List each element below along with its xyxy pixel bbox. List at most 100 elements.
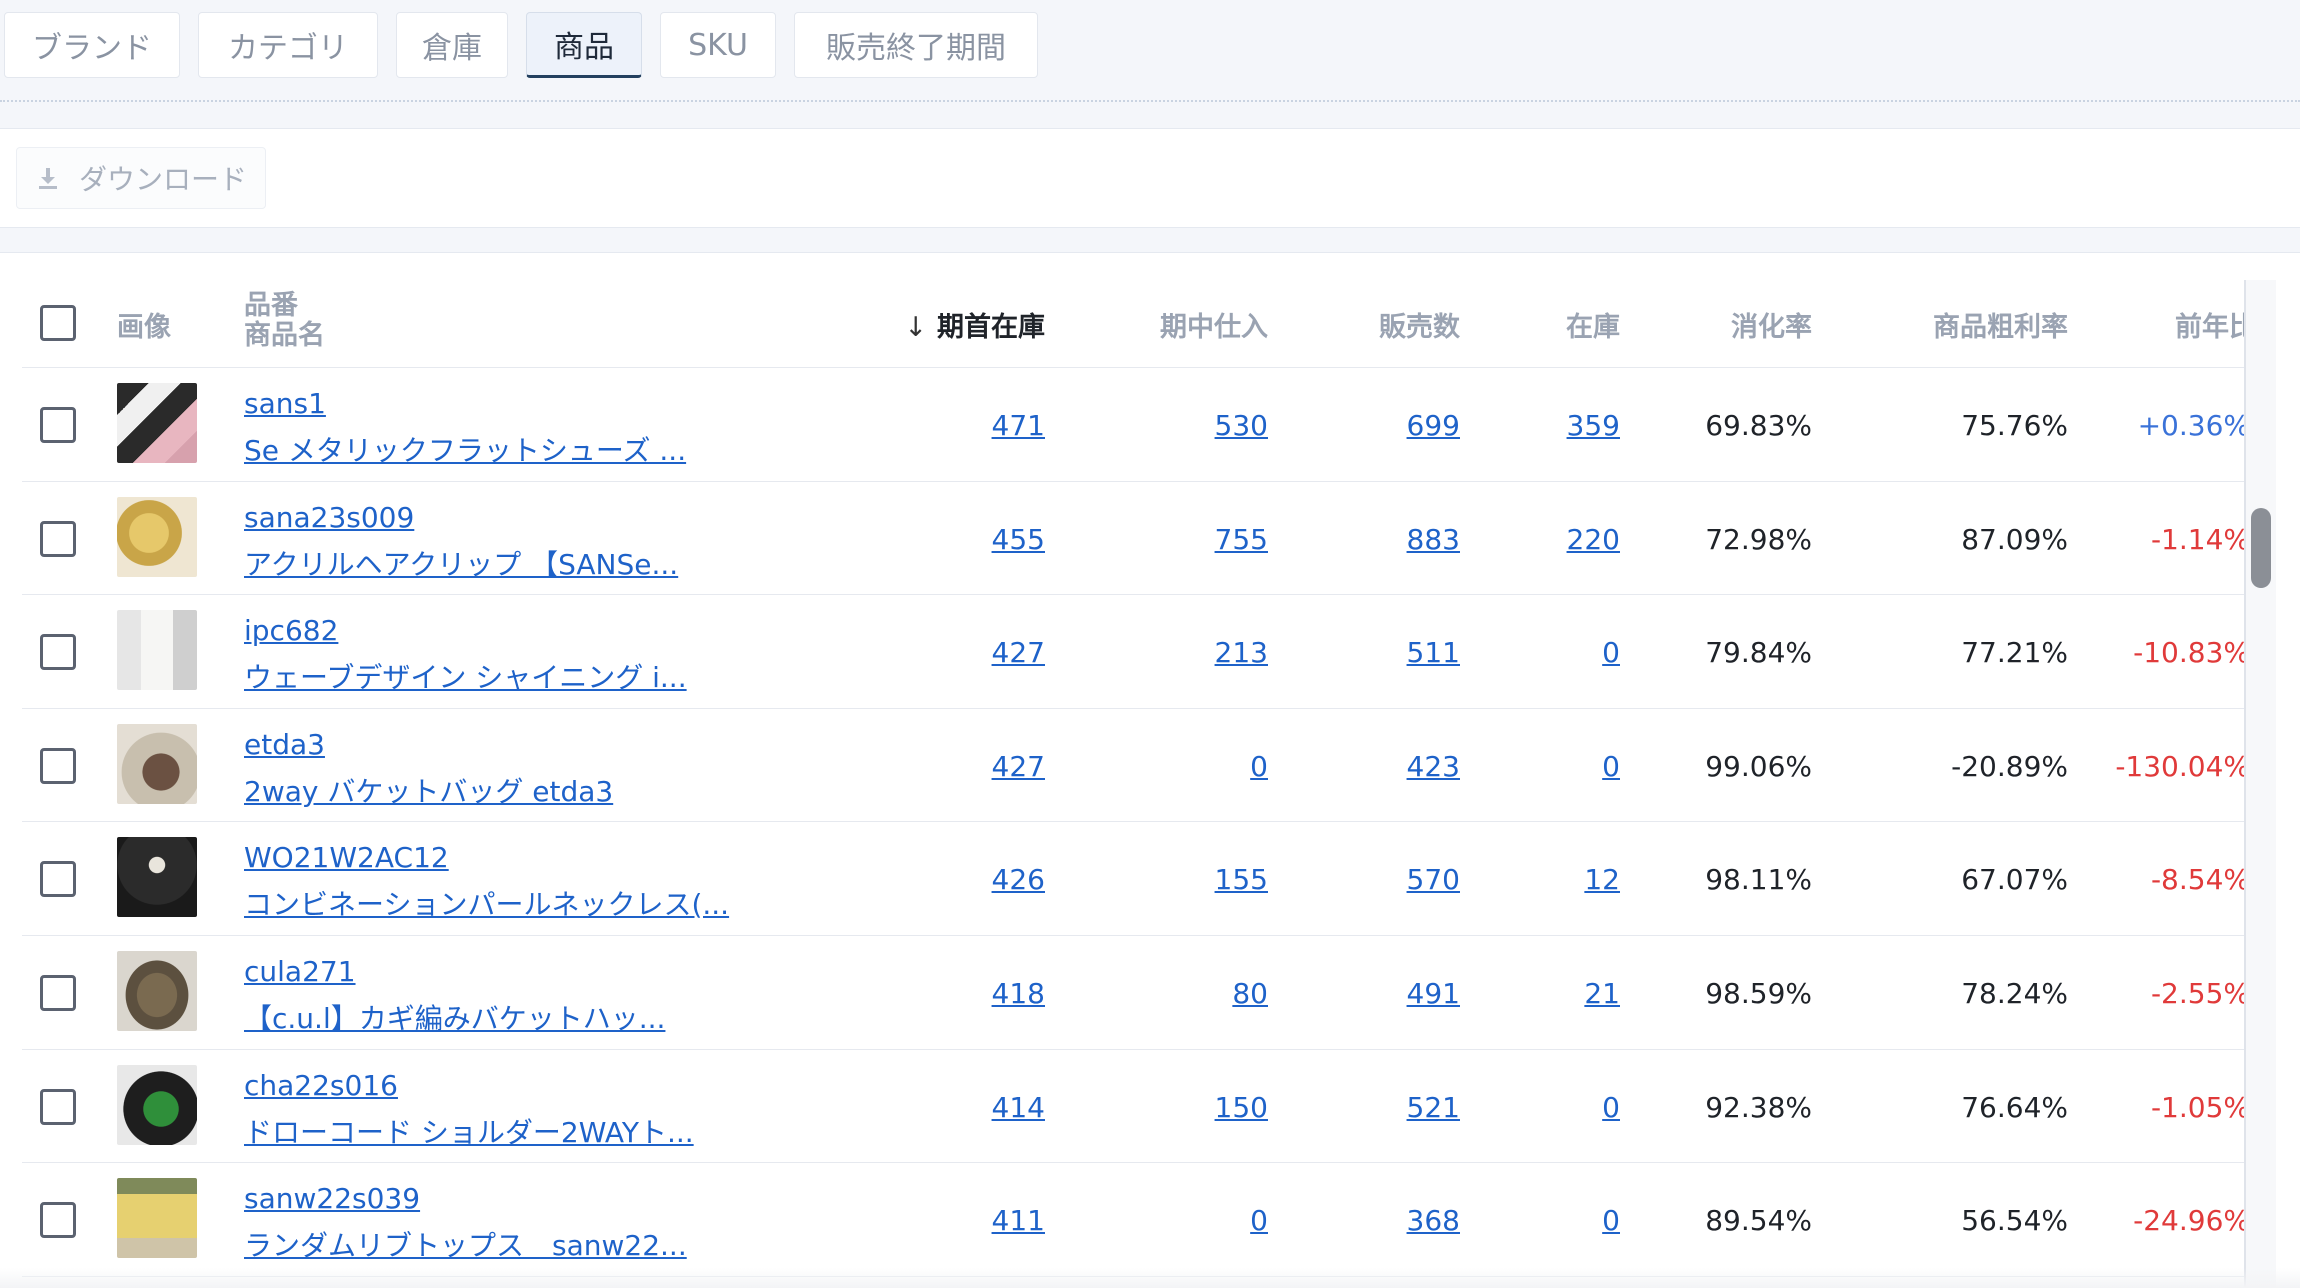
header-purchases[interactable]: 期中仕入 [1160,305,1268,344]
product-code-link[interactable]: sans1 [244,387,326,420]
product-thumbnail[interactable] [117,723,197,804]
opening-stock-link[interactable]: 455 [992,523,1045,556]
opening-stock-link[interactable]: 411 [992,1204,1045,1237]
product-code-link[interactable]: ipc682 [244,614,338,647]
opening-stock-link[interactable]: 427 [992,636,1045,669]
row-checkbox[interactable] [40,407,76,443]
header-sell-through[interactable]: 消化率 [1731,305,1812,344]
product-name-link[interactable]: アクリルヘアクリップ 【SANSe... [244,543,678,583]
purchases-link[interactable]: 530 [1215,409,1268,442]
row-checkbox[interactable] [40,975,76,1011]
sales-link[interactable]: 699 [1407,409,1460,442]
row-checkbox[interactable] [40,747,76,784]
header-sales[interactable]: 販売数 [1379,305,1460,344]
product-name-link[interactable]: コンビネーションパールネックレス(... [244,883,729,923]
sales-link[interactable]: 570 [1407,863,1460,896]
sales-link[interactable]: 883 [1407,523,1460,556]
purchases-link[interactable]: 755 [1215,523,1268,556]
tab-discontinued-period[interactable]: 販売終了期間 [794,12,1038,78]
yoy-cell: -1.05% [2000,1091,2254,1124]
row-checkbox[interactable] [40,861,76,898]
yoy-cell: -1.14% [2000,523,2254,556]
row-checkbox[interactable] [40,520,76,557]
table-row: sana23s009 アクリルヘアクリップ 【SANSe... 455 755 … [0,481,2300,595]
yoy-value: -8.54% [2150,863,2250,897]
stock-link[interactable]: 359 [1567,409,1620,442]
yoy-cell: +0.36% [2000,409,2254,442]
sales-link[interactable]: 368 [1407,1204,1460,1237]
product-code-link[interactable]: cha22s016 [244,1069,398,1102]
sales-link[interactable]: 423 [1407,750,1460,783]
yoy-cell: -2.55% [2000,977,2254,1010]
header-image: 画像 [117,312,171,343]
header-code-name[interactable]: 品番 商品名 [244,291,325,351]
purchases-link[interactable]: 155 [1215,863,1268,896]
product-name-link[interactable]: ランダムリブトップス sanw22... [244,1224,687,1264]
tab-sku[interactable]: SKU [660,12,776,78]
bottom-fade [0,1268,2300,1288]
purchases-link[interactable]: 80 [1232,977,1268,1010]
product-thumbnail[interactable] [117,496,197,577]
row-checkbox[interactable] [40,634,76,671]
product-code-link[interactable]: cula271 [244,955,356,988]
product-code-link[interactable]: WO21W2AC12 [244,841,449,874]
product-name-link[interactable]: Se メタリックフラットシューズ ... [244,429,686,469]
opening-stock-link[interactable]: 418 [992,977,1045,1010]
sales-link[interactable]: 521 [1407,1091,1460,1124]
yoy-cell: -10.83% [2000,636,2254,669]
product-name-link[interactable]: 2way バケットバッグ etda3 [244,770,613,810]
opening-stock-link[interactable]: 427 [992,750,1045,783]
row-checkbox[interactable] [40,1088,76,1125]
row-checkbox[interactable] [40,1202,76,1239]
scrollbar-thumb[interactable] [2251,508,2271,588]
stock-link[interactable]: 0 [1602,636,1620,669]
yoy-value: -24.96% [2133,1204,2250,1238]
stock-link[interactable]: 0 [1602,1091,1620,1124]
opening-stock-link[interactable]: 414 [992,1091,1045,1124]
product-name-link[interactable]: 【c.u.l】カギ編みバケットハッ... [244,997,665,1037]
product-code-link[interactable]: sanw22s039 [244,1182,420,1215]
sales-link[interactable]: 491 [1407,977,1460,1010]
opening-stock-link[interactable]: 426 [992,863,1045,896]
opening-stock-link[interactable]: 471 [992,409,1045,442]
stock-link[interactable]: 0 [1602,1204,1620,1237]
product-thumbnail[interactable] [117,951,197,1031]
purchases-link[interactable]: 213 [1215,636,1268,669]
yoy-cell: -8.54% [2000,863,2254,896]
stock-link[interactable]: 220 [1567,523,1620,556]
table-row: sans1 Se メタリックフラットシューズ ... 471 530 699 3… [0,367,2300,481]
yoy-value: +0.36% [2137,409,2250,442]
product-code-link[interactable]: sana23s009 [244,501,414,534]
product-thumbnail[interactable] [117,383,197,463]
header-yoy[interactable]: 前年比 [2175,305,2255,344]
select-all-checkbox[interactable] [40,305,76,341]
header-opening-stock-label: 期首在庫 [937,312,1045,343]
product-thumbnail[interactable] [117,837,197,918]
stock-link[interactable]: 12 [1584,863,1620,896]
tab-brand[interactable]: ブランド [4,12,180,78]
sell-through-value: 98.11% [1705,863,1812,897]
product-name-link[interactable]: ドローコード ショルダー2WAYト... [244,1111,694,1151]
sales-link[interactable]: 511 [1407,636,1460,669]
table-row: cula271 【c.u.l】カギ編みバケットハッ... 418 80 491 … [0,935,2300,1049]
product-thumbnail[interactable] [117,1178,197,1259]
download-button[interactable]: ダウンロード [16,147,267,209]
purchases-link[interactable]: 0 [1250,1204,1268,1237]
stock-link[interactable]: 21 [1584,977,1620,1010]
header-opening-stock[interactable]: ↓ 期首在庫 [904,305,1045,344]
header-gross-margin[interactable]: 商品粗利率 [1933,305,2068,344]
product-thumbnail[interactable] [117,610,197,691]
product-name-link[interactable]: ウェーブデザイン シャイニング i... [244,656,687,696]
header-stock[interactable]: 在庫 [1566,305,1620,344]
sell-through-value: 79.84% [1705,636,1812,670]
tab-product[interactable]: 商品 [526,12,642,78]
product-code-link[interactable]: etda3 [244,728,325,761]
purchases-link[interactable]: 0 [1250,750,1268,783]
product-thumbnail[interactable] [117,1064,197,1145]
yoy-value: -10.83% [2133,636,2250,670]
purchases-link[interactable]: 150 [1215,1091,1268,1124]
product-table: 画像 品番 商品名 ↓ 期首在庫 期中仕入 販売数 在庫 消化率 商品粗利率 前年… [0,252,2300,1288]
tab-warehouse[interactable]: 倉庫 [396,12,508,78]
stock-link[interactable]: 0 [1602,750,1620,783]
tab-category[interactable]: カテゴリ [198,12,378,78]
